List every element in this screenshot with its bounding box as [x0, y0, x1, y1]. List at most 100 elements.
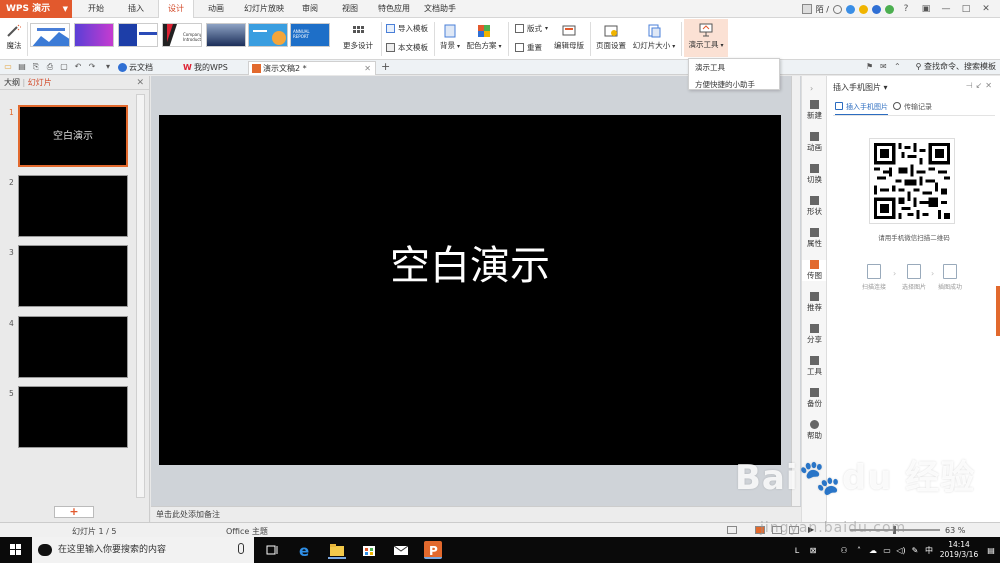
- taskbar-search-box[interactable]: 在这里输入你要搜索的内容: [32, 537, 254, 563]
- tab-cloud-docs[interactable]: 云文档: [115, 61, 173, 75]
- tab-design[interactable]: 设计: [158, 0, 194, 19]
- user-name[interactable]: 陌 /: [816, 4, 829, 15]
- bell-icon[interactable]: [885, 4, 894, 14]
- tab-review[interactable]: 审阅: [292, 0, 328, 18]
- template-thumb-7[interactable]: ANNUAL REPORT: [290, 23, 330, 47]
- wps-presentation-taskbar-icon[interactable]: P: [424, 541, 442, 559]
- microphone-icon[interactable]: [238, 543, 244, 554]
- minimize-icon[interactable]: —: [938, 4, 954, 14]
- dropdown-title[interactable]: 演示工具: [689, 59, 779, 76]
- tool-backup[interactable]: 备份: [802, 388, 827, 409]
- tool-animation[interactable]: 动画: [802, 132, 827, 153]
- notes-area[interactable]: 单击此处添加备注: [151, 506, 801, 522]
- tool-shape[interactable]: 形状: [802, 196, 827, 217]
- volume-icon[interactable]: ◁): [894, 546, 908, 555]
- canvas-scrollbar[interactable]: [791, 76, 800, 506]
- tool-upload-image[interactable]: 传图: [802, 260, 827, 281]
- magic-button[interactable]: 魔法: [4, 24, 24, 51]
- more-design-button[interactable]: 更多设计: [338, 24, 378, 51]
- panel-title[interactable]: 插入手机图片 ▾: [833, 82, 888, 93]
- slide-title[interactable]: 空白演示: [159, 233, 781, 291]
- preview-icon[interactable]: ▢: [59, 62, 69, 72]
- chevron-up-icon[interactable]: ⌃: [894, 62, 901, 71]
- template-thumb-3[interactable]: [118, 23, 158, 47]
- template-thumb-6[interactable]: [248, 23, 288, 47]
- ime-indicator[interactable]: 中: [922, 545, 936, 556]
- edit-master-button[interactable]: 编辑母版: [550, 24, 588, 51]
- cloud-icon[interactable]: ☁: [866, 546, 880, 555]
- slide-thumbnail-5[interactable]: [18, 386, 128, 448]
- pin-icon[interactable]: ⚑: [866, 62, 873, 71]
- notification-icon[interactable]: ▤: [982, 546, 1000, 555]
- tab-slides[interactable]: 幻灯片: [28, 78, 52, 87]
- restore-window-icon[interactable]: ▣: [918, 4, 934, 14]
- panel-collapse-handle[interactable]: [996, 286, 1000, 336]
- tab-presentation2[interactable]: 演示文稿2 * ✕: [248, 61, 376, 75]
- new-tab-button[interactable]: +: [381, 60, 390, 73]
- tool-new[interactable]: 新建: [802, 100, 827, 121]
- print-icon[interactable]: ⎙: [45, 62, 55, 72]
- command-search[interactable]: ⚲ 查找命令、搜索模板: [916, 61, 996, 72]
- this-template-button[interactable]: 本文模板: [386, 42, 428, 53]
- undo-icon[interactable]: ↶: [73, 62, 83, 72]
- windows-start-icon[interactable]: [10, 544, 22, 556]
- sound-off-icon[interactable]: ⊠: [806, 546, 820, 555]
- template-thumb-1[interactable]: [30, 23, 70, 47]
- page-setup-button[interactable]: 页面设置: [594, 24, 628, 51]
- clock-icon[interactable]: [833, 4, 842, 14]
- close-icon[interactable]: ✕: [136, 76, 144, 90]
- export-icon[interactable]: ⎘: [31, 62, 41, 72]
- tab-my-wps[interactable]: W 我的WPS: [180, 61, 240, 75]
- maximize-icon[interactable]: □: [958, 4, 974, 14]
- folder-icon[interactable]: ▭: [3, 62, 13, 72]
- zoom-level[interactable]: 63 %: [945, 526, 965, 535]
- tab-special[interactable]: 特色应用: [372, 0, 416, 18]
- tab-slideshow[interactable]: 幻灯片放映: [238, 0, 290, 18]
- mail-icon[interactable]: [392, 541, 410, 559]
- cloud-icon[interactable]: [872, 4, 881, 14]
- input-method-indicator[interactable]: ᒪ: [788, 546, 806, 555]
- tab-start[interactable]: 开始: [78, 0, 114, 18]
- app-menu-button[interactable]: WPS 演示 ▼: [0, 0, 72, 18]
- add-slide-button[interactable]: +: [54, 506, 94, 518]
- slide-thumbnail-4[interactable]: [18, 316, 128, 378]
- collapse-icon[interactable]: ↙: [976, 81, 986, 90]
- chevron-up-icon[interactable]: ˄: [852, 546, 866, 555]
- close-icon[interactable]: ✕: [978, 4, 994, 14]
- save-icon[interactable]: ▤: [17, 62, 27, 72]
- import-template-button[interactable]: 导入模板: [386, 23, 428, 34]
- pen-icon[interactable]: ✎: [908, 546, 922, 555]
- help-icon[interactable]: ?: [898, 4, 914, 14]
- color-scheme-button[interactable]: 配色方案 ▾: [466, 24, 502, 51]
- tab-view[interactable]: 视图: [332, 0, 368, 18]
- vip-icon[interactable]: [859, 4, 868, 14]
- tab-insert[interactable]: 插入: [118, 0, 154, 18]
- template-thumb-5[interactable]: [206, 23, 246, 47]
- present-tools-button[interactable]: 演示工具 ▾: [684, 19, 728, 57]
- tab-animation[interactable]: 动画: [198, 0, 234, 18]
- close-tab-icon[interactable]: ✕: [364, 62, 371, 75]
- slide-thumbnail-3[interactable]: [18, 245, 128, 307]
- pin-icon[interactable]: ⊣: [966, 81, 976, 90]
- edge-browser-icon[interactable]: e: [296, 541, 314, 560]
- file-explorer-icon[interactable]: [328, 541, 346, 559]
- skin-icon[interactable]: [846, 4, 855, 14]
- taskbar-clock[interactable]: 14:14 2019/3/16: [936, 540, 982, 560]
- store-icon[interactable]: [360, 541, 378, 559]
- template-thumb-4[interactable]: Company Introduction: [162, 23, 202, 47]
- slide-thumbnail-1[interactable]: 空白演示: [18, 105, 128, 167]
- task-view-icon[interactable]: [264, 541, 282, 559]
- slides-scrollbar[interactable]: [136, 94, 145, 498]
- avatar[interactable]: [801, 4, 812, 14]
- slide-thumbnail-2[interactable]: [18, 175, 128, 237]
- background-button[interactable]: 背景 ▾: [438, 24, 462, 51]
- slide-size-button[interactable]: 幻灯片大小 ▾: [630, 24, 678, 51]
- tool-transition[interactable]: 切换: [802, 164, 827, 185]
- tool-tools[interactable]: 工具: [802, 356, 827, 377]
- tab-doc-assistant[interactable]: 文档助手: [418, 0, 462, 18]
- tool-help[interactable]: 帮助: [802, 420, 827, 441]
- tab-transfer-history[interactable]: 传输记录: [893, 102, 932, 112]
- chevron-down-icon[interactable]: ▾: [103, 62, 113, 72]
- chevron-left-icon[interactable]: ›: [810, 84, 813, 93]
- template-thumb-2[interactable]: [74, 23, 114, 47]
